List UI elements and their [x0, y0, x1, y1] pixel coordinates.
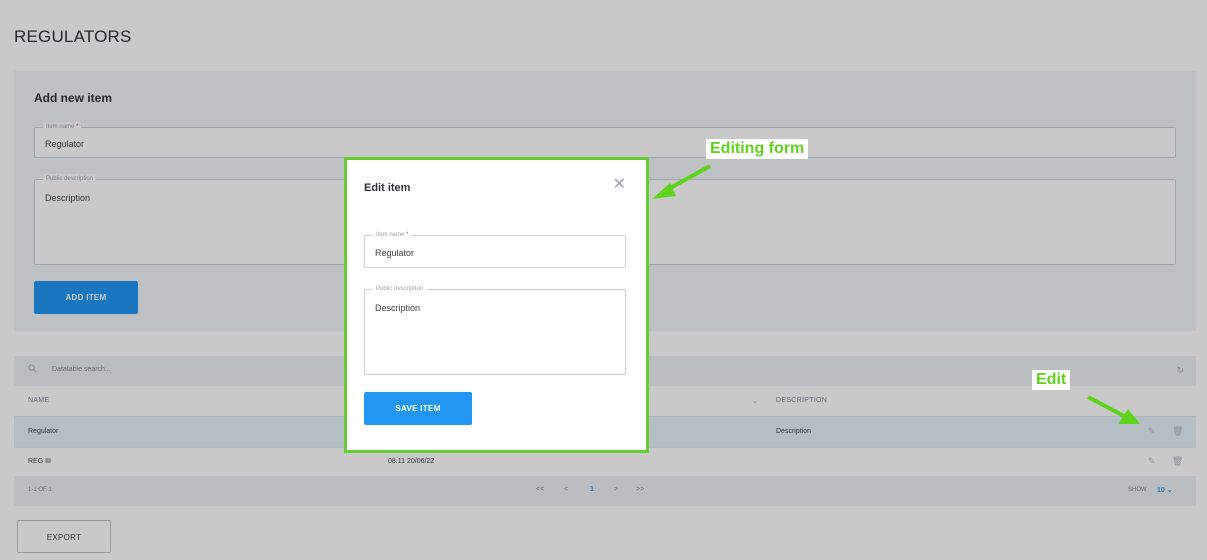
annotation-arrows	[652, 164, 1140, 424]
edit-arrow	[1087, 395, 1140, 424]
editing-form-arrow	[652, 164, 711, 199]
editing-form-callout: Editing form	[706, 139, 809, 159]
edit-callout: Edit	[1032, 370, 1071, 390]
